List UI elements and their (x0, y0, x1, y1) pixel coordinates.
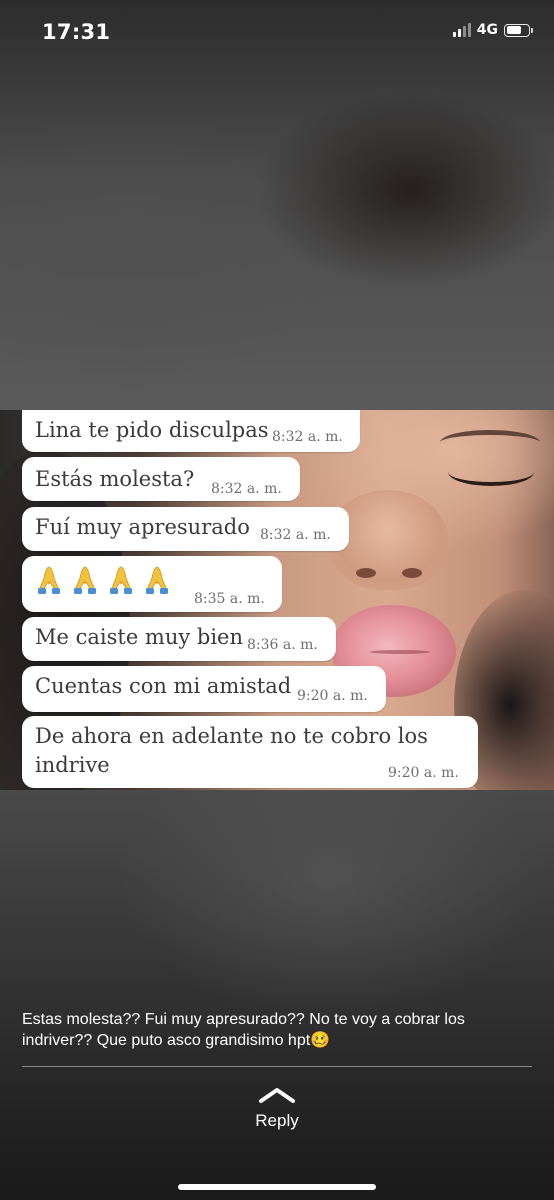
story-caption: Estas molesta?? Fui muy apresurado?? No … (22, 1011, 465, 1049)
praying-hands-icon (146, 566, 168, 594)
message-time: 8:36 a. m. (247, 637, 318, 653)
network-type: 4G (476, 22, 498, 38)
message-text: Estás molesta? (35, 467, 195, 491)
chat-bubble: De ahora en adelante no te cobro los ind… (22, 716, 478, 788)
message-text-line-2: indrive (35, 753, 110, 777)
message-time: 8:32 a. m. (211, 481, 282, 497)
message-text: Lina te pido disculpas (35, 418, 269, 442)
status-indicators: 4G (452, 22, 533, 38)
chat-bubble: 8:35 a. m. (22, 556, 282, 612)
blurred-background-bottom (0, 790, 554, 1200)
praying-hands-icon (110, 566, 132, 594)
message-time: 9:20 a. m. (388, 765, 459, 781)
chat-bubble: Cuentas con mi amistad 9:20 a. m. (22, 666, 386, 712)
praying-hands-icon (74, 566, 96, 594)
battery-level-fill (506, 26, 521, 34)
chat-bubble: Fuí muy apresurado 8:32 a. m. (22, 507, 349, 551)
caption-divider (22, 1066, 532, 1067)
message-text: Me caiste muy bien (35, 625, 244, 649)
chat-bubble: Estás molesta? 8:32 a. m. (22, 457, 300, 501)
message-time: 8:32 a. m. (260, 527, 331, 543)
story-photo: Lina te pido disculpas 8:32 a. m. Estás … (0, 410, 554, 790)
status-time: 17:31 (42, 20, 111, 44)
reply-button[interactable]: Reply (0, 1111, 554, 1131)
chevron-up-icon[interactable] (257, 1084, 297, 1106)
blurred-background-top (0, 0, 554, 410)
home-indicator[interactable] (178, 1184, 376, 1190)
message-text-line-1: De ahora en adelante no te cobro los (35, 724, 428, 748)
battery-icon (504, 23, 533, 37)
message-text: Fuí muy apresurado (35, 515, 250, 539)
chat-bubble: Me caiste muy bien 8:36 a. m. (22, 617, 336, 661)
praying-hands-icon (38, 566, 60, 594)
praying-hands-emoji-row (36, 564, 170, 596)
chat-bubble: Lina te pido disculpas 8:32 a. m. (22, 410, 360, 452)
message-text: Cuentas con mi amistad (35, 674, 292, 698)
message-time: 8:32 a. m. (272, 429, 343, 445)
cellular-signal-icon (452, 23, 471, 37)
message-time: 9:20 a. m. (297, 688, 368, 704)
message-time: 8:35 a. m. (194, 591, 265, 607)
